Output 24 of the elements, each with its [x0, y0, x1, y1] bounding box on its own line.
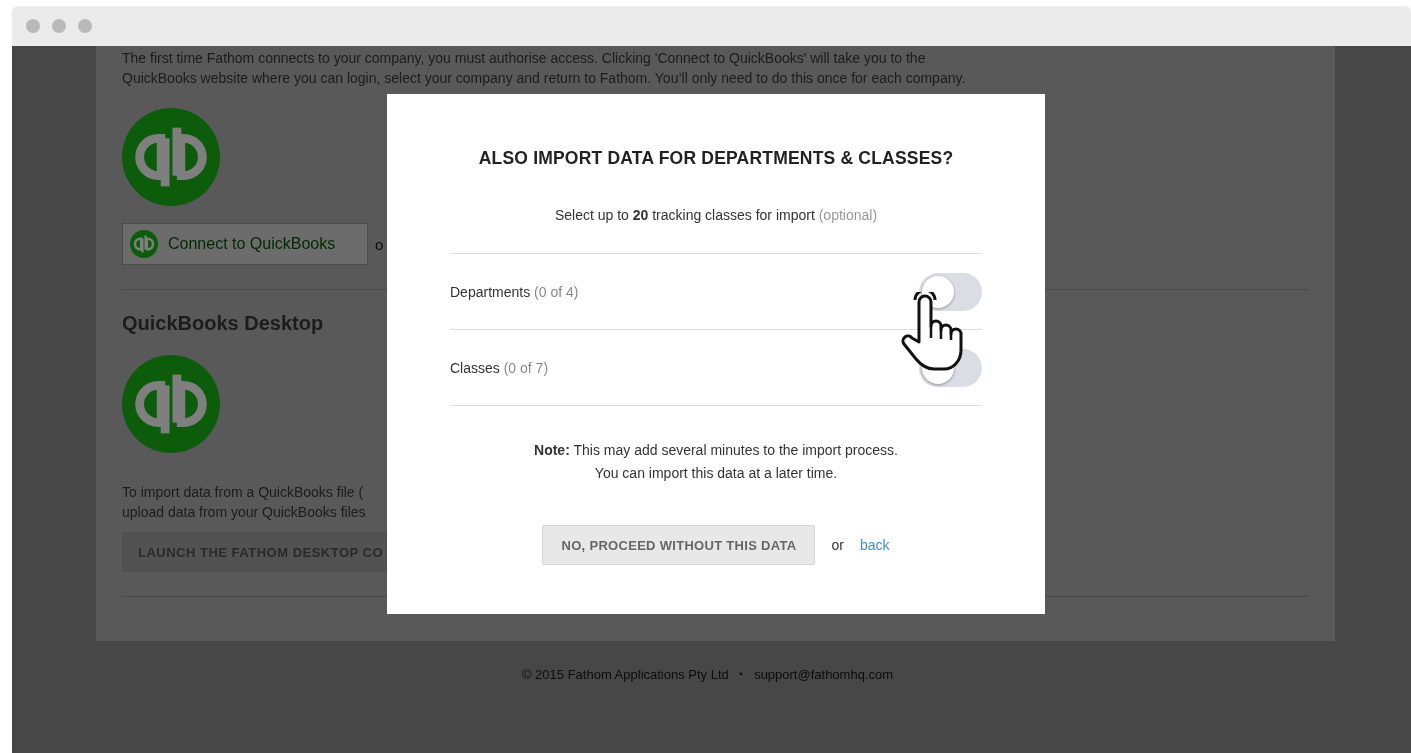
back-link[interactable]: back: [859, 537, 890, 553]
option-label: Departments (0 of 4): [450, 283, 579, 300]
connect-quickbooks-button[interactable]: Connect to QuickBooks: [122, 223, 368, 265]
separator-text: ·: [738, 665, 745, 682]
proceed-button[interactable]: NO, PROCEED WITHOUT THIS DATA: [542, 525, 816, 565]
description-text: To import data from a QuickBooks file (: [122, 483, 365, 502]
window-dot-icon: [78, 19, 92, 33]
window-dot-icon: [26, 19, 40, 33]
copyright-text: © 2015 Fathom Applications Pty Ltd: [521, 667, 729, 682]
or-text: o: [375, 235, 384, 253]
quickbooks-logo-icon: [130, 230, 158, 258]
note-text: Note: This may add several minutes to the import process. You can import this data at a later time.: [533, 441, 899, 483]
description-text: upload data from your QuickBooks files: [122, 503, 367, 522]
quickbooks-logo-icon: [122, 108, 220, 206]
or-text: or: [831, 537, 844, 553]
toggle-switch[interactable]: [919, 272, 982, 311]
dialog-title: ALSO IMPORT DATA FOR DEPARTMENTS & CLASSES?: [477, 148, 955, 169]
support-email-link[interactable]: support@fathomhq.com: [754, 667, 894, 682]
window-dot-icon: [52, 19, 66, 33]
quickbooks-logo-icon: [122, 355, 220, 453]
option-label: Classes (0 of 7): [450, 359, 549, 376]
intro-text: The first time Fathom connects to your company, you must authorise access. Clicking 'Connect to QuickBooks' will take you to the QuickBooks website where you can login, select your company and return to Fathom. You’ll only need to do this once for each company.: [122, 49, 967, 88]
section-heading: QuickBooks Desktop: [122, 312, 325, 335]
dialog-subtitle: Select up to 20 tracking classes for import (optional): [553, 207, 879, 223]
